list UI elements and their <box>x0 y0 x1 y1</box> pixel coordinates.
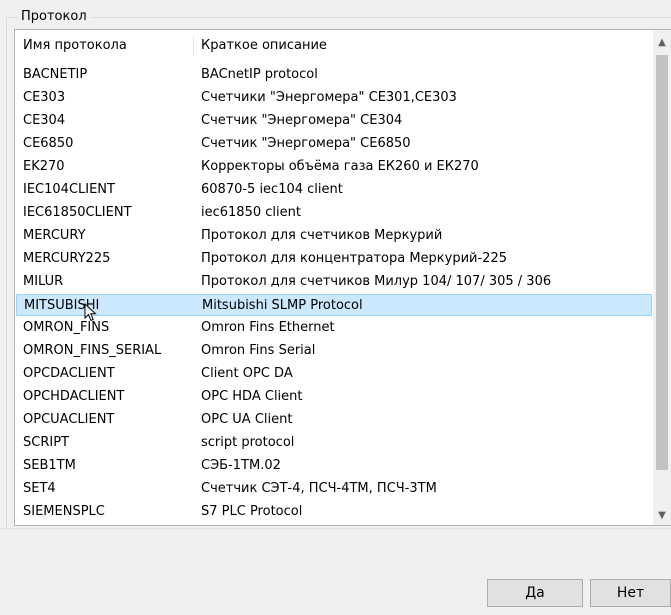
table-row[interactable]: OPCHDACLIENT OPC HDA Client <box>16 386 652 408</box>
table-row[interactable]: IEC61850CLIENT iec61850 client <box>16 202 652 224</box>
dialog-footer-strip <box>0 528 671 564</box>
table-row[interactable]: SET4 Счетчик СЭТ-4, ПСЧ-4ТМ, ПСЧ-3ТМ <box>16 478 652 500</box>
row-protocol-description: OPC HDA Client <box>201 389 303 404</box>
row-protocol-description: Протокол для концентратора Меркурий-225 <box>201 251 507 266</box>
row-protocol-description: Omron Fins Serial <box>201 343 316 358</box>
table-row[interactable]: EK270 Корректоры объёма газа ЕК260 и ЕК27… <box>16 156 652 178</box>
column-divider[interactable] <box>193 36 194 56</box>
row-protocol-name: OPCDACLIENT <box>23 366 115 381</box>
table-row[interactable]: SEB1TM СЭБ-1ТМ.02 <box>16 455 652 477</box>
row-protocol-name: IEC61850CLIENT <box>23 205 132 220</box>
row-protocol-name: MERCURY <box>23 228 86 243</box>
table-row[interactable]: IEC104CLIENT 60870-5 iec104 client <box>16 179 652 201</box>
row-protocol-description: СЭБ-1ТМ.02 <box>201 458 281 473</box>
table-row[interactable]: MITSUBISHI Mitsubishi SLMP Protocol <box>16 294 652 316</box>
table-row[interactable]: OMRON_FINS Omron Fins Ethernet <box>16 317 652 339</box>
list-header: Имя протокола Краткое описание <box>15 30 652 62</box>
row-protocol-description: Счетчик "Энергомера" CE304 <box>201 113 403 128</box>
row-protocol-description: Протокол для счетчиков Милур 104/ 107/ 3… <box>201 274 552 289</box>
row-protocol-name: SCRIPT <box>23 435 69 450</box>
row-protocol-description: Протокол для счетчиков Меркурий <box>201 228 443 243</box>
row-protocol-description: S7 PLC Protocol <box>201 504 303 519</box>
row-protocol-description: BACnetIP protocol <box>201 67 318 82</box>
table-row[interactable]: CE303 Счетчики "Энергомера" CE301,CE303 <box>16 87 652 109</box>
row-protocol-description: script protocol <box>201 435 295 450</box>
row-protocol-name: SET4 <box>23 481 56 496</box>
protocol-list[interactable]: Имя протокола Краткое описание BACNETIP B… <box>14 29 671 526</box>
mouse-cursor-icon <box>84 303 97 322</box>
group-title: Протокол <box>18 9 90 25</box>
yes-button[interactable]: Да <box>487 579 583 607</box>
table-row[interactable]: BACNETIP BACnetIP protocol <box>16 64 652 86</box>
row-protocol-description: Корректоры объёма газа ЕК260 и ЕК270 <box>201 159 479 174</box>
row-protocol-name: CE303 <box>23 90 66 105</box>
row-protocol-description: iec61850 client <box>201 205 301 220</box>
row-protocol-name: CE304 <box>23 113 66 128</box>
row-protocol-name: BACNETIP <box>23 67 88 82</box>
row-protocol-name: SIEMENSPLC <box>23 504 105 519</box>
row-protocol-description: Mitsubishi SLMP Protocol <box>202 298 363 313</box>
row-protocol-name: CE6850 <box>23 136 74 151</box>
table-row[interactable]: OPCDACLIENT Client OPC DA <box>16 363 652 385</box>
row-protocol-description: Omron Fins Ethernet <box>201 320 335 335</box>
table-row[interactable]: OMRON_FINS_SERIAL Omron Fins Serial <box>16 340 652 362</box>
row-protocol-name: OPCHDACLIENT <box>23 389 125 404</box>
chevron-down-icon[interactable]: ▼ <box>653 507 671 525</box>
row-protocol-name: MILUR <box>23 274 64 289</box>
row-protocol-name: IEC104CLIENT <box>23 182 115 197</box>
table-row[interactable]: MERCURY225 Протокол для концентратора Мер… <box>16 248 652 270</box>
no-button[interactable]: Нет <box>590 579 671 607</box>
row-protocol-name: SEB1TM <box>23 458 76 473</box>
row-protocol-description: OPC UA Client <box>201 412 293 427</box>
row-protocol-description: Счетчики "Энергомера" CE301,CE303 <box>201 90 457 105</box>
table-row[interactable]: SCRIPT script protocol <box>16 432 652 454</box>
vertical-scrollbar[interactable]: ▲ ▼ <box>653 30 671 525</box>
row-protocol-description: Счетчик "Энергомера" CE6850 <box>201 136 411 151</box>
column-header-name[interactable]: Имя протокола <box>23 38 127 54</box>
scrollbar-thumb[interactable] <box>656 55 668 470</box>
row-protocol-name: MERCURY225 <box>23 251 111 266</box>
table-row[interactable]: SIEMENSPLC S7 PLC Protocol <box>16 501 652 523</box>
row-protocol-name: EK270 <box>23 159 65 174</box>
row-protocol-name: OMRON_FINS_SERIAL <box>23 343 162 358</box>
row-protocol-description: Client OPC DA <box>201 366 293 381</box>
row-protocol-description: Счетчик СЭТ-4, ПСЧ-4ТМ, ПСЧ-3ТМ <box>201 481 437 496</box>
row-protocol-description: 60870-5 iec104 client <box>201 182 343 197</box>
table-row[interactable]: OPCUACLIENT OPC UA Client <box>16 409 652 431</box>
table-row[interactable]: CE304 Счетчик "Энергомера" CE304 <box>16 110 652 132</box>
row-protocol-name: OPCUACLIENT <box>23 412 115 427</box>
chevron-up-icon[interactable]: ▲ <box>653 34 671 52</box>
column-header-description[interactable]: Краткое описание <box>201 38 327 54</box>
table-row[interactable]: CE6850 Счетчик "Энергомера" CE6850 <box>16 133 652 155</box>
table-row[interactable]: MILUR Протокол для счетчиков Милур 104/ 1… <box>16 271 652 293</box>
table-row[interactable]: MERCURY Протокол для счетчиков Меркурий <box>16 225 652 247</box>
